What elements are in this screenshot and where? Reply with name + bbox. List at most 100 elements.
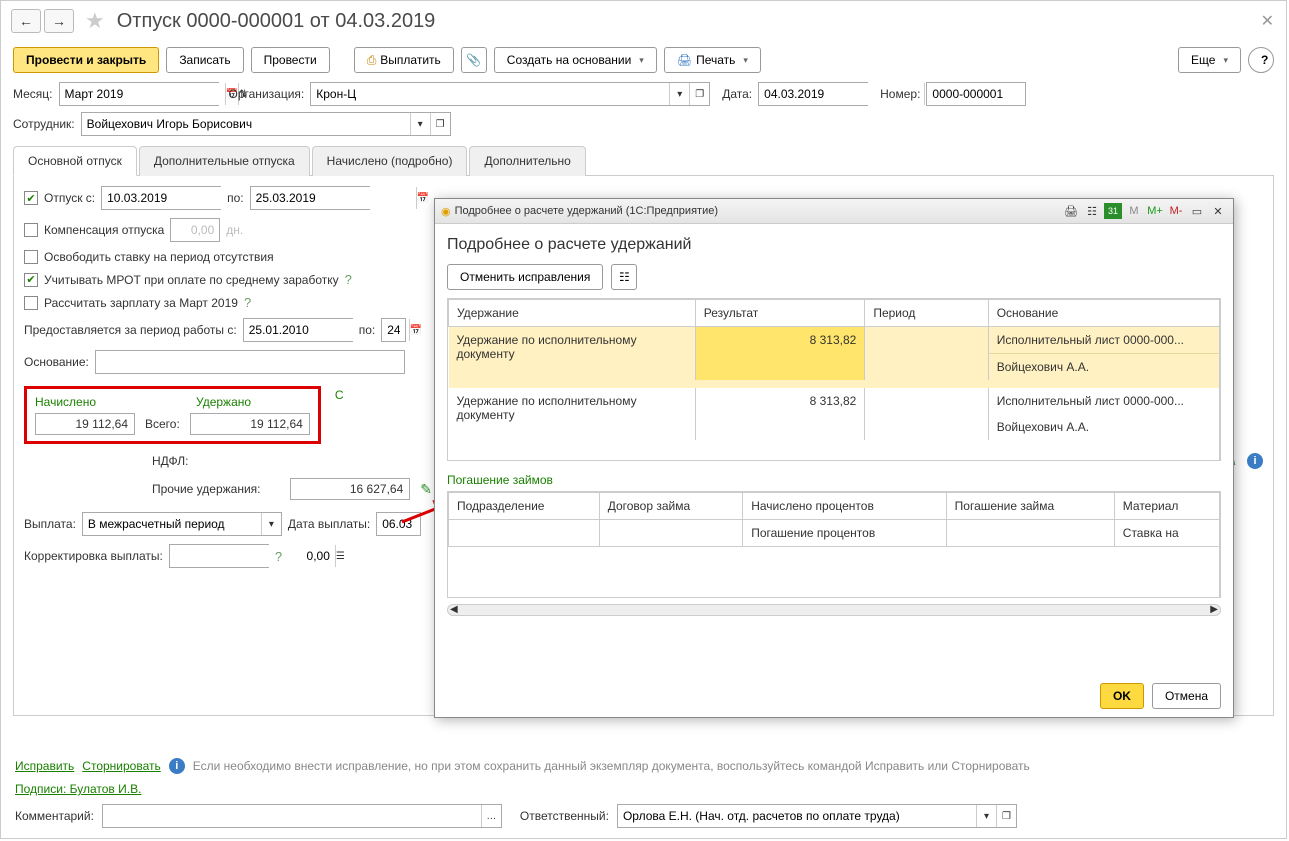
ok-button[interactable]: OK bbox=[1100, 683, 1144, 709]
create-based-button[interactable]: Создать на основании bbox=[494, 47, 657, 73]
col-material: Материал bbox=[1114, 493, 1219, 520]
cancel-button[interactable]: Отмена bbox=[1152, 683, 1221, 709]
cancel-corrections-button[interactable]: Отменить исправления bbox=[447, 264, 603, 290]
col-subdivision: Подразделение bbox=[449, 493, 600, 520]
month-label: Месяц: bbox=[13, 87, 53, 101]
period-to-input[interactable] bbox=[381, 318, 406, 342]
leave-from-label: Отпуск с: bbox=[44, 191, 95, 205]
minimize-icon[interactable]: ▭ bbox=[1188, 203, 1206, 219]
release-rate-checkbox[interactable] bbox=[24, 250, 38, 264]
m-icon[interactable]: M bbox=[1125, 203, 1143, 219]
employee-label: Сотрудник: bbox=[13, 117, 75, 131]
popup-heading: Подробнее о расчете удержаний bbox=[447, 236, 1221, 254]
tab-accrued-detail[interactable]: Начислено (подробно) bbox=[312, 146, 468, 176]
other-deductions-amount: 16 627,64 bbox=[290, 478, 410, 500]
open-icon[interactable]: ❐ bbox=[430, 113, 450, 135]
save-button[interactable]: Записать bbox=[166, 47, 243, 73]
footer-hint: Если необходимо внести исправление, но п… bbox=[193, 759, 1030, 773]
chevron-down-icon[interactable]: ▾ bbox=[410, 113, 430, 135]
storno-link[interactable]: Сторнировать bbox=[82, 759, 160, 773]
number-label: Номер: bbox=[880, 87, 920, 101]
ndfl-label: НДФЛ: bbox=[152, 454, 188, 468]
loans-section-label: Погашение займов bbox=[447, 473, 1221, 487]
basis-label: Основание: bbox=[24, 355, 89, 369]
calendar-icon[interactable]: 31 bbox=[1104, 203, 1122, 219]
calc-salary-checkbox[interactable] bbox=[24, 296, 38, 310]
post-button[interactable]: Провести bbox=[251, 47, 330, 73]
open-icon[interactable]: ❐ bbox=[689, 83, 709, 105]
more-button[interactable]: Еще bbox=[1178, 47, 1241, 73]
other-deductions-label: Прочие удержания: bbox=[152, 482, 261, 496]
days-suffix: дн. bbox=[226, 223, 243, 237]
help-icon[interactable]: ? bbox=[275, 549, 282, 564]
m-plus-icon[interactable]: M+ bbox=[1146, 203, 1164, 219]
info-icon[interactable]: i bbox=[1247, 453, 1263, 469]
attach-button[interactable]: 📎 bbox=[461, 47, 487, 73]
payment-input[interactable] bbox=[83, 513, 261, 535]
back-button[interactable]: ← bbox=[11, 9, 41, 33]
help-icon[interactable]: ? bbox=[345, 272, 352, 287]
calendar-icon[interactable]: 📅 bbox=[409, 319, 422, 341]
number-input[interactable] bbox=[926, 82, 1026, 106]
chevron-down-icon[interactable]: ▾ bbox=[669, 83, 689, 105]
loans-table: Подразделение Договор займа Начислено пр… bbox=[447, 491, 1221, 598]
leave-to-label: по: bbox=[227, 191, 244, 205]
calculator-icon[interactable]: ☷ bbox=[1083, 203, 1101, 219]
help-button[interactable]: ? bbox=[1248, 47, 1274, 73]
grid-settings-button[interactable]: ☷ bbox=[611, 264, 637, 290]
leave-to-input[interactable] bbox=[251, 187, 416, 209]
compensation-checkbox[interactable] bbox=[24, 223, 38, 237]
calculator-icon[interactable]: ☰ bbox=[335, 545, 345, 567]
table-row[interactable]: Удержание по исполнительному документу 8… bbox=[449, 327, 1220, 354]
org-label: Организация: bbox=[229, 87, 305, 101]
favorite-star-icon[interactable]: ★ bbox=[85, 8, 105, 34]
responsible-input[interactable] bbox=[618, 805, 976, 827]
mrot-label: Учитывать МРОТ при оплате по среднему за… bbox=[44, 273, 339, 287]
tab-additional[interactable]: Дополнительно bbox=[469, 146, 585, 176]
mrot-checkbox[interactable]: ✔ bbox=[24, 273, 38, 287]
basis-input[interactable] bbox=[95, 350, 405, 374]
help-icon[interactable]: ? bbox=[244, 295, 251, 310]
col-deduction: Удержание bbox=[449, 300, 696, 327]
period-to-label: по: bbox=[359, 323, 376, 337]
print-button[interactable]: 🖨Печать bbox=[664, 47, 761, 73]
print-icon[interactable]: 🖨 bbox=[1062, 203, 1080, 219]
ellipsis-icon[interactable]: … bbox=[481, 805, 501, 827]
chevron-down-icon[interactable]: ▾ bbox=[976, 805, 996, 827]
calc-summary-box: Начислено Удержано 19 112,64 Всего: 19 1… bbox=[24, 386, 321, 444]
compensation-days-input[interactable] bbox=[170, 218, 220, 242]
comment-label: Комментарий: bbox=[15, 809, 94, 823]
forward-button[interactable]: → bbox=[44, 9, 74, 33]
release-rate-label: Освободить ставку на период отсутствия bbox=[44, 250, 274, 264]
deductions-detail-popup: ◉ Подробнее о расчете удержаний (1С:Пред… bbox=[434, 198, 1234, 718]
m-minus-icon[interactable]: M- bbox=[1167, 203, 1185, 219]
close-popup-icon[interactable]: ✕ bbox=[1209, 203, 1227, 219]
fix-link[interactable]: Исправить bbox=[15, 759, 74, 773]
open-icon[interactable]: ❐ bbox=[996, 805, 1016, 827]
post-close-button[interactable]: Провести и закрыть bbox=[13, 47, 159, 73]
tab-main-leave[interactable]: Основной отпуск bbox=[13, 146, 137, 176]
window-title: Отпуск 0000-000001 от 04.03.2019 bbox=[117, 10, 436, 33]
chevron-down-icon[interactable]: ▾ bbox=[261, 513, 281, 535]
pay-button[interactable]: ⎙Выплатить bbox=[354, 47, 454, 73]
employee-input[interactable] bbox=[82, 113, 410, 135]
leave-checkbox[interactable]: ✔ bbox=[24, 191, 38, 205]
tab-additional-leave[interactable]: Дополнительные отпуска bbox=[139, 146, 310, 176]
month-input[interactable] bbox=[60, 83, 225, 105]
pencil-icon[interactable]: ✎ bbox=[420, 481, 432, 498]
horizontal-scrollbar[interactable]: ◀ ▶ bbox=[447, 604, 1221, 616]
period-label: Предоставляется за период работы с: bbox=[24, 323, 237, 337]
col-period: Период bbox=[865, 300, 988, 327]
payment-date-input[interactable] bbox=[376, 512, 421, 536]
signatures-link[interactable]: Подписи: Булатов И.В. bbox=[15, 782, 141, 796]
total-label: Всего: bbox=[145, 417, 180, 431]
calendar-icon[interactable]: 📅 bbox=[416, 187, 429, 209]
close-icon[interactable]: ✕ bbox=[1261, 11, 1274, 31]
correction-input[interactable] bbox=[170, 545, 335, 567]
org-input[interactable] bbox=[311, 83, 669, 105]
comment-input[interactable] bbox=[103, 805, 481, 827]
deductions-table: Удержание Результат Период Основание Уде… bbox=[447, 298, 1221, 461]
col-interest: Начислено процентов bbox=[743, 493, 946, 520]
popup-window-title: Подробнее о расчете удержаний (1С:Предпр… bbox=[455, 205, 718, 217]
table-row[interactable]: Удержание по исполнительному документу 8… bbox=[449, 388, 1220, 414]
